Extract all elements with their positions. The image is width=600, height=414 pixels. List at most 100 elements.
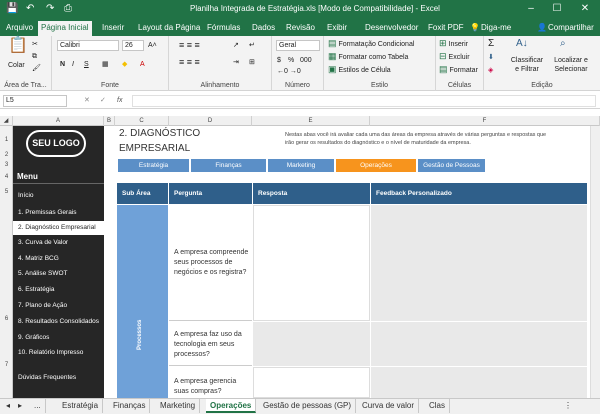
thousands-button[interactable]: 000 xyxy=(300,56,312,65)
nav-duvidas[interactable]: Dúvidas Frequentes xyxy=(17,371,104,385)
grow-font-icon[interactable]: A˄ xyxy=(148,41,157,50)
close-button[interactable]: ✕ xyxy=(574,0,596,19)
nav-swot[interactable]: 5. Análise SWOT xyxy=(17,267,104,281)
column-header[interactable]: F xyxy=(370,116,600,126)
underline-button[interactable]: S xyxy=(84,60,89,69)
align-top-icon[interactable]: ≡ ≡ ≡ xyxy=(179,41,200,50)
scroll-left-icon[interactable]: ◂ xyxy=(2,399,14,413)
align-left-icon[interactable]: ≡ ≡ ≡ xyxy=(179,58,200,67)
font-name-input[interactable]: Calibri xyxy=(57,40,119,51)
vertical-scrollbar[interactable] xyxy=(590,126,600,398)
tell-me[interactable]: Diga-me xyxy=(478,21,514,34)
cell-styles-button[interactable]: ▣ Estilos de Célula xyxy=(328,65,391,75)
paste-icon[interactable]: 📋 xyxy=(8,38,28,54)
conditional-format-button[interactable]: ▤ Formatação Condicional xyxy=(328,39,414,49)
fill-color-icon[interactable]: ◆ xyxy=(122,60,127,69)
paste-button[interactable]: Colar xyxy=(8,61,25,70)
tab-desenvolvedor[interactable]: Desenvolvedor xyxy=(362,21,421,34)
row-header[interactable]: 6 xyxy=(0,316,13,322)
column-header[interactable]: D xyxy=(169,116,252,126)
delete-cells-button[interactable]: ⊟ Excluir xyxy=(439,52,470,62)
nav-estrategia[interactable]: 6. Estratégia xyxy=(17,283,104,297)
preview-icon[interactable]: ⎙ xyxy=(64,2,72,16)
sheet-tab-operacoes[interactable]: Operações xyxy=(206,399,257,413)
save-icon[interactable]: 💾 xyxy=(6,2,18,16)
row-header[interactable]: 5 xyxy=(0,189,13,195)
tab-dados[interactable]: Dados xyxy=(249,21,278,34)
merge-icon[interactable]: ⊞ xyxy=(249,58,255,67)
sort-icon[interactable]: A↓ xyxy=(516,39,528,49)
format-cells-button[interactable]: ▤ Formatar xyxy=(439,65,478,75)
undo-icon[interactable]: ↶ xyxy=(26,2,34,16)
fill-icon[interactable]: ⬇ xyxy=(488,53,494,62)
tab-pagina-inicial[interactable]: Página Inicial xyxy=(38,21,92,36)
tab-formulas[interactable]: Fórmulas xyxy=(204,21,243,34)
find-icon[interactable]: ⌕ xyxy=(560,39,566,49)
maximize-button[interactable]: ☐ xyxy=(546,0,568,19)
autosum-icon[interactable]: Σ xyxy=(488,39,494,49)
nav-premissas[interactable]: 1. Premissas Gerais xyxy=(17,206,104,220)
column-header[interactable]: C xyxy=(115,116,169,126)
italic-button[interactable]: I xyxy=(72,60,74,69)
orientation-icon[interactable]: ↗ xyxy=(233,41,239,50)
tab-foxit[interactable]: Foxit PDF xyxy=(425,21,467,34)
more-sheets[interactable]: ... xyxy=(30,399,46,413)
tab-exibir[interactable]: Exibir xyxy=(324,21,350,34)
copy-icon[interactable]: ⧉ xyxy=(32,52,37,61)
row-header[interactable]: 7 xyxy=(0,362,13,368)
column-header[interactable]: E xyxy=(252,116,370,126)
subtab-gestao-pessoas[interactable]: Gestão de Pessoas xyxy=(418,159,485,172)
subtab-marketing[interactable]: Marketing xyxy=(268,159,334,172)
tab-arquivo[interactable]: Arquivo xyxy=(3,21,36,34)
sheet-tab-curva-valor[interactable]: Curva de valor xyxy=(358,399,420,413)
nav-matriz-bcg[interactable]: 4. Matriz BCG xyxy=(17,252,104,266)
number-format-select[interactable]: Geral xyxy=(276,40,320,51)
nav-resultados[interactable]: 8. Resultados Consolidados xyxy=(17,315,104,329)
sheet-tab-clas[interactable]: Clas xyxy=(425,399,451,413)
currency-icon[interactable]: $ xyxy=(277,56,281,65)
sheet-tab-estrategia[interactable]: Estratégia xyxy=(58,399,104,413)
formula-input[interactable] xyxy=(132,95,596,107)
subtab-estrategia[interactable]: Estratégia xyxy=(118,159,189,172)
cancel-icon[interactable]: ✕ xyxy=(84,96,90,105)
nav-relatorio[interactable]: 10. Relatório Impresso xyxy=(17,346,104,360)
borders-icon[interactable]: ▦ xyxy=(102,60,109,69)
tab-layout[interactable]: Layout da Página xyxy=(135,21,203,34)
row-header[interactable]: 4 xyxy=(0,174,13,180)
bold-button[interactable]: N xyxy=(60,60,65,69)
format-table-button[interactable]: ▦ Formatar como Tabela xyxy=(328,52,408,62)
insert-function-button[interactable]: fx xyxy=(117,96,122,105)
row-header[interactable]: 1 xyxy=(0,137,13,143)
answer-input[interactable] xyxy=(253,322,370,366)
scroll-right-icon[interactable]: ▸ xyxy=(14,399,26,413)
nav-graficos[interactable]: 9. Gráficos xyxy=(17,331,104,345)
name-box[interactable]: L5 xyxy=(3,95,67,107)
percent-button[interactable]: % xyxy=(288,56,294,65)
answer-input[interactable] xyxy=(253,367,370,398)
decimal-icon[interactable]: ←0 →0 xyxy=(277,67,301,76)
indent-icon[interactable]: ⇥ xyxy=(233,58,239,67)
nav-diagnostico[interactable]: 2. Diagnóstico Empresarial xyxy=(13,221,104,235)
tab-inserir[interactable]: Inserir xyxy=(99,21,127,34)
tab-scroll-icon[interactable]: ⋮ xyxy=(560,399,576,413)
format-painter-icon[interactable]: 🖌 xyxy=(32,64,41,73)
column-header[interactable]: A xyxy=(13,116,104,126)
subtab-financas[interactable]: Finanças xyxy=(191,159,266,172)
font-size-input[interactable]: 26 xyxy=(122,40,144,51)
select-all-corner[interactable]: ◢ xyxy=(0,116,13,126)
sort-filter-button[interactable]: Classificar e Filtrar xyxy=(508,56,546,74)
insert-cells-button[interactable]: ⊞ Inserir xyxy=(439,39,468,49)
redo-icon[interactable]: ↷ xyxy=(46,2,54,16)
nav-curva-valor[interactable]: 3. Curva de Valor xyxy=(17,236,104,250)
row-header[interactable]: 2 xyxy=(0,152,13,158)
share-button[interactable]: Compartilhar xyxy=(545,21,597,34)
subtab-operacoes[interactable]: Operações xyxy=(336,159,416,172)
column-header[interactable]: B xyxy=(104,116,115,126)
row-header[interactable]: 3 xyxy=(0,162,13,168)
minimize-button[interactable]: – xyxy=(520,0,542,19)
sheet-tab-financas[interactable]: Finanças xyxy=(109,399,151,413)
nav-plano-acao[interactable]: 7. Plano de Ação xyxy=(17,299,104,313)
tab-revisao[interactable]: Revisão xyxy=(283,21,318,34)
nav-inicio[interactable]: Início xyxy=(17,189,104,203)
sheet-tab-gestao-pessoas[interactable]: Gestão de pessoas (GP) xyxy=(259,399,357,413)
